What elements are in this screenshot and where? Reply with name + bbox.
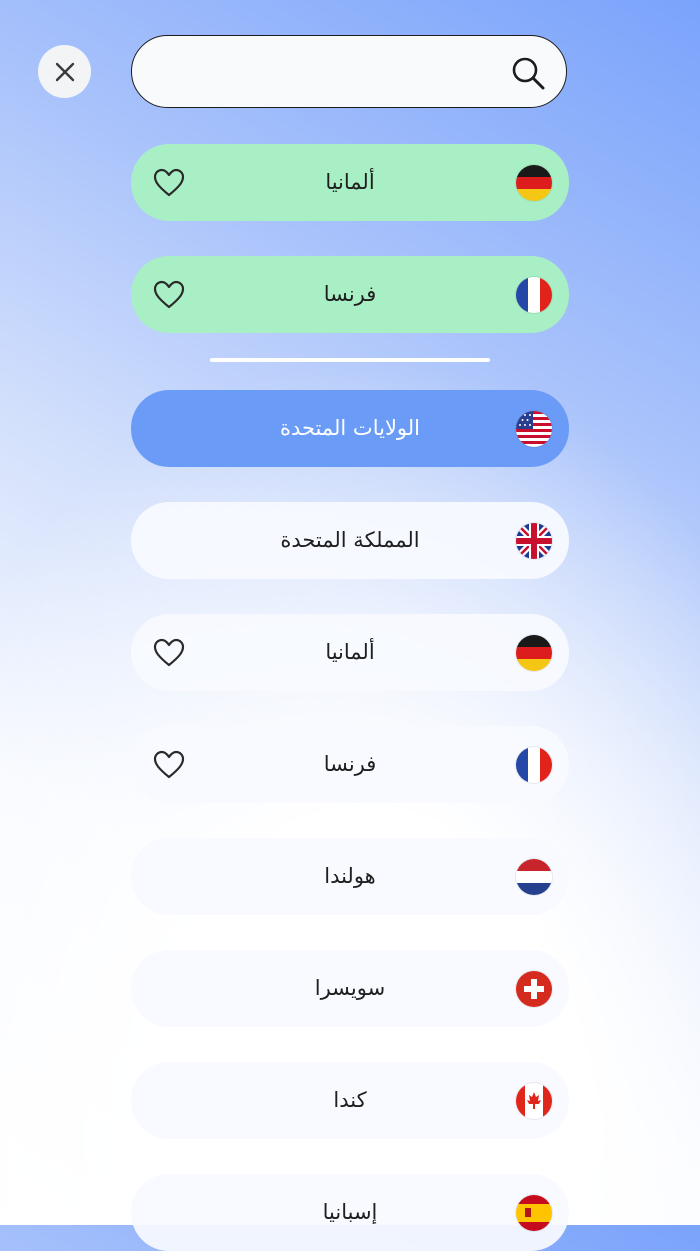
usa-flag-icon <box>516 411 552 447</box>
search-icon[interactable] <box>510 55 546 91</box>
country-label: سويسرا <box>314 976 386 1000</box>
netherlands-flag-icon <box>516 859 552 895</box>
country-row-usa[interactable]: الولايات المتحدة <box>131 390 569 467</box>
heart-icon[interactable] <box>153 750 185 780</box>
favorite-row-france[interactable]: فرنسا <box>131 256 569 333</box>
switzerland-flag-icon <box>516 971 552 1007</box>
search-input[interactable] <box>156 52 496 94</box>
canada-flag-icon <box>516 1083 552 1119</box>
country-label: ألمانيا <box>325 640 375 664</box>
country-label: إسبانيا <box>322 1200 378 1224</box>
france-flag-icon <box>516 747 552 783</box>
close-button[interactable] <box>38 45 91 98</box>
heart-icon[interactable] <box>153 168 185 198</box>
germany-flag-icon <box>516 165 552 201</box>
country-label: كندا <box>333 1088 367 1112</box>
country-label: فرنسا <box>323 752 377 776</box>
germany-flag-icon <box>516 635 552 671</box>
uk-flag-icon <box>516 523 552 559</box>
country-row-germany[interactable]: ألمانيا <box>131 614 569 691</box>
country-label: ألمانيا <box>325 170 375 194</box>
country-label: المملكة المتحدة <box>280 528 420 552</box>
close-icon <box>55 62 74 81</box>
country-row-uk[interactable]: المملكة المتحدة <box>131 502 569 579</box>
country-label: الولايات المتحدة <box>279 416 421 440</box>
favorites-divider <box>210 358 490 362</box>
country-row-switzerland[interactable]: سويسرا <box>131 950 569 1027</box>
country-label: فرنسا <box>323 282 377 306</box>
heart-icon[interactable] <box>153 638 185 668</box>
favorite-row-germany[interactable]: ألمانيا <box>131 144 569 221</box>
search-bar[interactable] <box>131 35 567 108</box>
france-flag-icon <box>516 277 552 313</box>
country-row-canada[interactable]: كندا <box>131 1062 569 1139</box>
spain-flag-icon <box>516 1195 552 1231</box>
country-row-spain[interactable]: إسبانيا <box>131 1174 569 1251</box>
country-row-netherlands[interactable]: هولندا <box>131 838 569 915</box>
country-row-france[interactable]: فرنسا <box>131 726 569 803</box>
heart-icon[interactable] <box>153 280 185 310</box>
country-label: هولندا <box>324 864 376 888</box>
